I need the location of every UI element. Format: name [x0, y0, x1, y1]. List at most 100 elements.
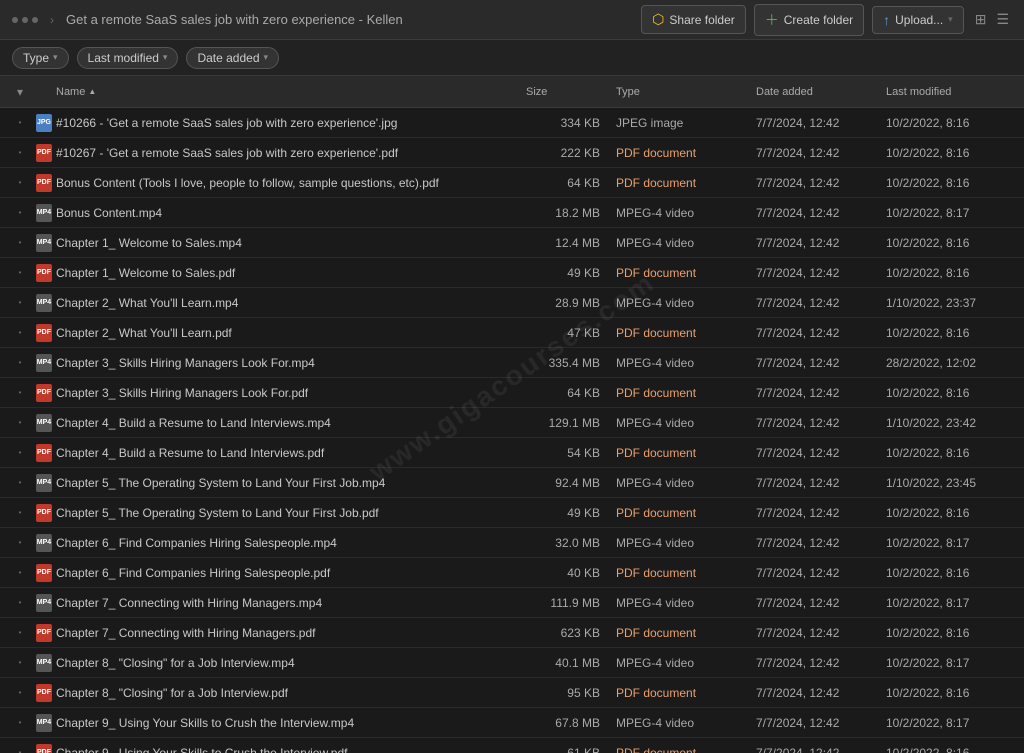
pdf-icon: PDF	[36, 564, 52, 582]
filter-bar: Type ▾ Last modified ▾ Date added ▾	[0, 40, 1024, 76]
file-size: 92.4 MB	[526, 476, 616, 490]
file-name: Chapter 9_ Using Your Skills to Crush th…	[56, 716, 526, 730]
share-folder-button[interactable]: ⬡ Share folder	[641, 5, 746, 34]
table-row[interactable]: • PDF Chapter 4_ Build a Resume to Land …	[0, 438, 1024, 468]
file-type: JPEG image	[616, 116, 756, 130]
type-col-header[interactable]: Type	[616, 86, 756, 98]
file-name: Chapter 9_ Using Your Skills to Crush th…	[56, 746, 526, 753]
table-row[interactable]: • PDF Chapter 7_ Connecting with Hiring …	[0, 618, 1024, 648]
file-type: PDF document	[616, 326, 756, 340]
table-row[interactable]: • PDF Chapter 9_ Using Your Skills to Cr…	[0, 738, 1024, 753]
file-size: 49 KB	[526, 506, 616, 520]
file-size: 54 KB	[526, 446, 616, 460]
jpg-icon: JPG	[36, 114, 52, 132]
pdf-icon: PDF	[36, 684, 52, 702]
file-name: Chapter 7_ Connecting with Hiring Manage…	[56, 596, 526, 610]
file-type: MPEG-4 video	[616, 656, 756, 670]
last-modified-filter[interactable]: Last modified ▾	[77, 47, 179, 69]
file-last-modified: 28/2/2022, 12:02	[886, 356, 1016, 370]
create-folder-button[interactable]: ＋ Create folder	[754, 4, 864, 36]
file-size: 18.2 MB	[526, 206, 616, 220]
file-date-added: 7/7/2024, 12:42	[756, 386, 886, 400]
type-filter[interactable]: Type ▾	[12, 47, 69, 69]
file-date-added: 7/7/2024, 12:42	[756, 356, 886, 370]
pdf-icon: PDF	[36, 444, 52, 462]
file-name: Chapter 2_ What You'll Learn.mp4	[56, 296, 526, 310]
table-row[interactable]: • PDF Bonus Content (Tools I love, peopl…	[0, 168, 1024, 198]
table-row[interactable]: • PDF Chapter 5_ The Operating System to…	[0, 498, 1024, 528]
grid-view-button[interactable]: ⊞	[972, 8, 990, 31]
table-row[interactable]: • PDF Chapter 2_ What You'll Learn.pdf 4…	[0, 318, 1024, 348]
row-bullet: •	[8, 538, 32, 547]
file-size: 67.8 MB	[526, 716, 616, 730]
table-row[interactable]: • PDF #10267 - 'Get a remote SaaS sales …	[0, 138, 1024, 168]
table-row[interactable]: • PDF Chapter 1_ Welcome to Sales.pdf 49…	[0, 258, 1024, 288]
table-row[interactable]: • MP4 Chapter 1_ Welcome to Sales.mp4 12…	[0, 228, 1024, 258]
file-date-added: 7/7/2024, 12:42	[756, 266, 886, 280]
table-row[interactable]: • MP4 Chapter 4_ Build a Resume to Land …	[0, 408, 1024, 438]
file-last-modified: 10/2/2022, 8:17	[886, 716, 1016, 730]
table-row[interactable]: • MP4 Chapter 6_ Find Companies Hiring S…	[0, 528, 1024, 558]
mp4-icon: MP4	[36, 714, 52, 732]
table-row[interactable]: • JPG #10266 - 'Get a remote SaaS sales …	[0, 108, 1024, 138]
file-name: Chapter 6_ Find Companies Hiring Salespe…	[56, 536, 526, 550]
select-all-checkbox[interactable]: ▾	[8, 85, 32, 99]
file-date-added: 7/7/2024, 12:42	[756, 296, 886, 310]
upload-button[interactable]: ↑ Upload... ▾	[872, 6, 964, 34]
row-bullet: •	[8, 268, 32, 277]
file-icon: MP4	[32, 654, 56, 672]
file-last-modified: 10/2/2022, 8:16	[886, 236, 1016, 250]
table-row[interactable]: • MP4 Bonus Content.mp4 18.2 MB MPEG-4 v…	[0, 198, 1024, 228]
mp4-icon: MP4	[36, 294, 52, 312]
list-view-button[interactable]: ☰	[993, 8, 1012, 31]
file-size: 64 KB	[526, 386, 616, 400]
size-col-header[interactable]: Size	[526, 86, 616, 98]
dot1	[12, 17, 18, 23]
table-row[interactable]: • MP4 Chapter 5_ The Operating System to…	[0, 468, 1024, 498]
file-last-modified: 10/2/2022, 8:17	[886, 656, 1016, 670]
file-last-modified: 10/2/2022, 8:16	[886, 506, 1016, 520]
file-date-added: 7/7/2024, 12:42	[756, 176, 886, 190]
file-name: #10267 - 'Get a remote SaaS sales job wi…	[56, 146, 526, 160]
date-added-col-header[interactable]: Date added	[756, 86, 886, 98]
view-options: ⊞ ☰	[972, 8, 1012, 31]
file-type: PDF document	[616, 566, 756, 580]
table-row[interactable]: • MP4 Chapter 8_ "Closing" for a Job Int…	[0, 648, 1024, 678]
table-row[interactable]: • PDF Chapter 3_ Skills Hiring Managers …	[0, 378, 1024, 408]
last-modified-label: Last modified	[88, 51, 159, 65]
table-row[interactable]: • PDF Chapter 8_ "Closing" for a Job Int…	[0, 678, 1024, 708]
pdf-icon: PDF	[36, 384, 52, 402]
row-bullet: •	[8, 598, 32, 607]
name-col-header[interactable]: Name ▲	[56, 86, 526, 98]
table-row[interactable]: • MP4 Chapter 2_ What You'll Learn.mp4 2…	[0, 288, 1024, 318]
table-row[interactable]: • MP4 Chapter 9_ Using Your Skills to Cr…	[0, 708, 1024, 738]
file-last-modified: 10/2/2022, 8:17	[886, 206, 1016, 220]
file-last-modified: 1/10/2022, 23:42	[886, 416, 1016, 430]
file-icon: MP4	[32, 594, 56, 612]
file-icon: PDF	[32, 324, 56, 342]
top-bar: › Get a remote SaaS sales job with zero …	[0, 0, 1024, 40]
date-added-filter[interactable]: Date added ▾	[186, 47, 279, 69]
file-icon: PDF	[32, 504, 56, 522]
share-label: Share folder	[669, 13, 734, 27]
file-size: 40 KB	[526, 566, 616, 580]
file-name: #10266 - 'Get a remote SaaS sales job wi…	[56, 116, 526, 130]
breadcrumb: Get a remote SaaS sales job with zero ex…	[66, 12, 403, 27]
table-header: ▾ Name ▲ Size Type Date added Last modif…	[0, 76, 1024, 108]
pdf-icon: PDF	[36, 624, 52, 642]
file-date-added: 7/7/2024, 12:42	[756, 566, 886, 580]
file-icon: PDF	[32, 744, 56, 753]
name-label: Name	[56, 86, 85, 98]
file-date-added: 7/7/2024, 12:42	[756, 206, 886, 220]
table-row[interactable]: • MP4 Chapter 7_ Connecting with Hiring …	[0, 588, 1024, 618]
file-name: Chapter 8_ "Closing" for a Job Interview…	[56, 656, 526, 670]
row-bullet: •	[8, 658, 32, 667]
file-icon: PDF	[32, 264, 56, 282]
table-row[interactable]: • MP4 Chapter 3_ Skills Hiring Managers …	[0, 348, 1024, 378]
table-row[interactable]: • PDF Chapter 6_ Find Companies Hiring S…	[0, 558, 1024, 588]
last-modified-col-header[interactable]: Last modified	[886, 86, 1016, 98]
file-type: PDF document	[616, 626, 756, 640]
file-type: PDF document	[616, 386, 756, 400]
file-icon: PDF	[32, 384, 56, 402]
file-size: 28.9 MB	[526, 296, 616, 310]
